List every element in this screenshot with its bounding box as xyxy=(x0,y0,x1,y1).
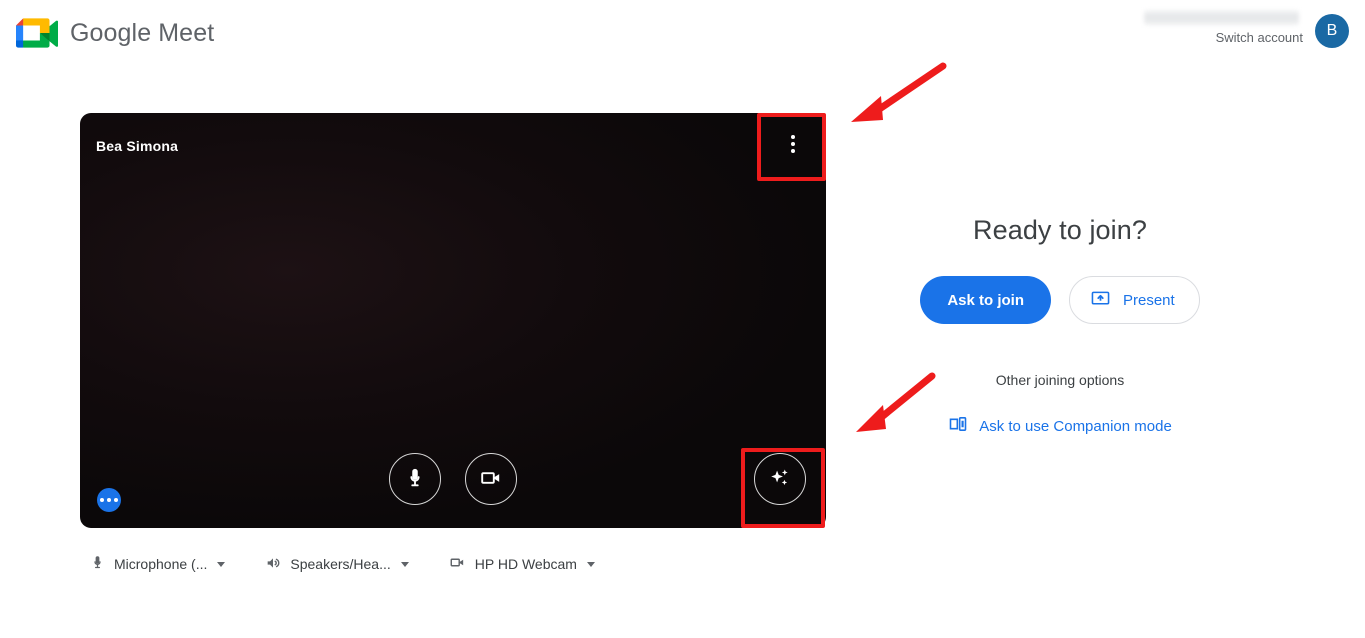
more-options-button[interactable] xyxy=(771,122,815,166)
google-meet-logo-icon xyxy=(16,14,58,52)
companion-mode-label: Ask to use Companion mode xyxy=(979,417,1172,435)
speaker-selector-label: Speakers/Hea... xyxy=(290,556,391,572)
device-selector-row: Microphone (... Speakers/Hea... HP HD We… xyxy=(88,550,597,578)
join-buttons: Ask to join Present xyxy=(920,276,1200,324)
account-email-redacted xyxy=(1144,10,1299,25)
page-header: Google Meet Switch account B xyxy=(0,0,1365,70)
account-text-block: Switch account xyxy=(1144,8,1305,45)
account-area: Switch account B xyxy=(1144,8,1349,48)
other-joining-options-label: Other joining options xyxy=(995,372,1125,388)
chevron-down-icon xyxy=(400,561,409,567)
chevron-down-icon xyxy=(217,561,226,567)
page-title: Ready to join? xyxy=(972,215,1147,245)
chevron-down-icon xyxy=(586,561,595,567)
brand[interactable]: Google Meet xyxy=(16,14,214,52)
companion-mode-link[interactable]: Ask to use Companion mode xyxy=(948,414,1172,438)
self-view-name-label: Bea Simona xyxy=(96,138,179,154)
more-vertical-icon-dot xyxy=(791,149,795,153)
more-vertical-icon-dot xyxy=(791,142,795,146)
brand-title: Google Meet xyxy=(70,18,215,47)
speaker-icon xyxy=(265,555,281,574)
avatar[interactable]: B xyxy=(1315,14,1349,48)
microphone-selector-label: Microphone (... xyxy=(114,556,208,572)
toggle-camera-button[interactable] xyxy=(465,453,517,505)
switch-account-link[interactable]: Switch account xyxy=(1216,30,1305,45)
microphone-icon xyxy=(90,555,105,573)
present-button-label: Present xyxy=(1122,291,1175,309)
more-vertical-icon-dot xyxy=(791,135,795,139)
present-screen-icon xyxy=(1090,288,1111,313)
more-horizontal-icon-dot xyxy=(100,498,104,502)
companion-device-icon xyxy=(948,414,968,438)
video-camera-icon xyxy=(449,554,466,574)
more-horizontal-icon-dot xyxy=(107,498,111,502)
microphone-icon xyxy=(404,467,426,492)
video-camera-icon xyxy=(479,466,503,493)
ask-to-join-button[interactable]: Ask to join xyxy=(920,276,1051,324)
camera-selector[interactable]: HP HD Webcam xyxy=(447,550,597,578)
toggle-microphone-button[interactable] xyxy=(389,453,441,505)
more-horizontal-icon-dot xyxy=(114,498,118,502)
camera-selector-label: HP HD Webcam xyxy=(474,556,577,572)
sparkles-icon xyxy=(767,465,793,494)
network-status-indicator[interactable] xyxy=(97,488,121,512)
video-preview: Bea Simona xyxy=(80,113,826,528)
effects-button[interactable] xyxy=(754,453,806,505)
present-button[interactable]: Present xyxy=(1068,276,1200,324)
preview-controls xyxy=(80,453,826,505)
annotation-arrow-to-more-options xyxy=(851,62,947,122)
microphone-selector[interactable]: Microphone (... xyxy=(88,551,227,577)
speaker-selector[interactable]: Speakers/Hea... xyxy=(263,551,410,578)
join-panel: Ready to join? Ask to join Present Other… xyxy=(860,215,1260,438)
